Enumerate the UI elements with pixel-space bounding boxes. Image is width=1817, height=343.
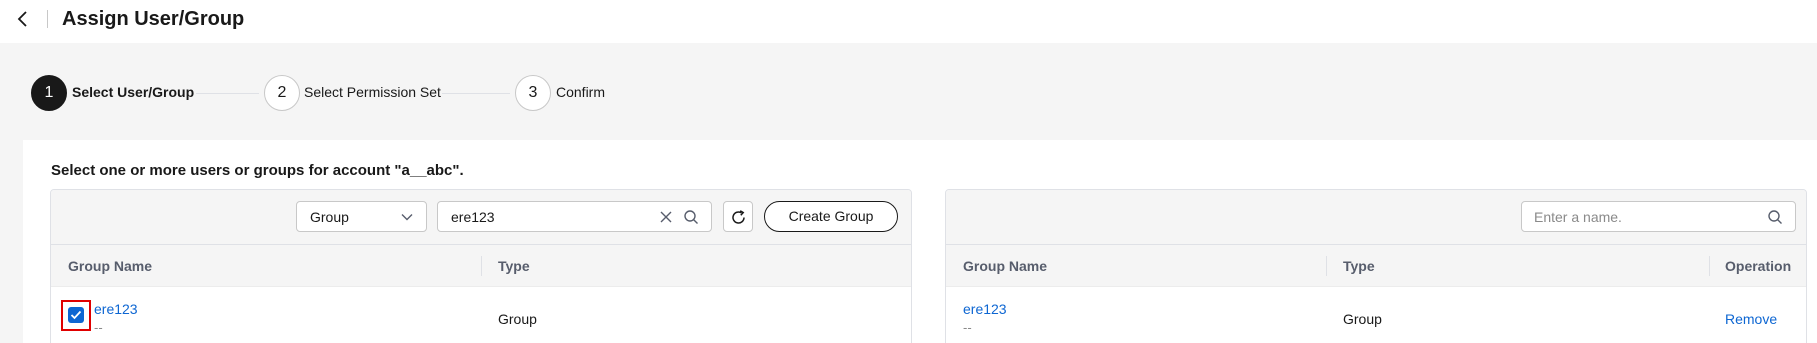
table-row: ere123 -- Group Remove <box>946 287 1806 343</box>
type-select-value: Group <box>310 209 349 225</box>
top-bar: Assign User/Group <box>0 0 1817 43</box>
column-header-operation: Operation <box>1725 258 1792 274</box>
column-divider <box>481 256 482 276</box>
close-icon[interactable] <box>659 210 673 224</box>
name-search-input[interactable] <box>1534 206 1764 227</box>
column-header-group-name: Group Name <box>68 258 153 274</box>
left-table-header: Group Name Type <box>51 245 911 287</box>
page-title: Assign User/Group <box>62 8 245 30</box>
right-toolbar <box>946 190 1806 245</box>
search-value: ere123 <box>451 209 495 225</box>
step-1-indicator: 1 <box>31 75 67 111</box>
step-connector <box>196 93 259 94</box>
title-divider <box>47 10 48 28</box>
step-connector <box>442 93 510 94</box>
group-type: Group <box>1343 311 1382 327</box>
column-divider <box>1709 256 1710 276</box>
group-type: Group <box>498 311 537 327</box>
row-checkbox[interactable] <box>68 307 84 323</box>
name-search-field[interactable] <box>1521 201 1796 232</box>
refresh-button[interactable] <box>723 201 753 232</box>
create-group-button[interactable]: Create Group <box>764 201 898 232</box>
stepper: 1 Select User/Group 2 Select Permission … <box>31 75 671 111</box>
group-description: -- <box>963 320 972 335</box>
step-3-indicator: 3 <box>515 75 551 111</box>
available-groups-panel: Group ere123 Create Group Group Name Typ… <box>50 189 912 343</box>
step-1-label: Select User/Group <box>72 84 195 100</box>
group-search-input[interactable]: ere123 <box>437 201 712 232</box>
group-name-link[interactable]: ere123 <box>963 301 1007 317</box>
group-name-link[interactable]: ere123 <box>94 301 138 317</box>
selection-card: Select one or more users or groups for a… <box>23 140 1817 343</box>
card-heading: Select one or more users or groups for a… <box>51 162 464 179</box>
checkbox-highlight <box>61 300 91 331</box>
back-button[interactable] <box>14 8 34 30</box>
type-select[interactable]: Group <box>296 201 427 232</box>
remove-link[interactable]: Remove <box>1725 311 1777 327</box>
chevron-left-icon <box>17 11 27 27</box>
column-header-group-name: Group Name <box>963 258 1048 274</box>
right-table-header: Group Name Type Operation <box>946 245 1806 287</box>
refresh-icon <box>732 210 745 224</box>
column-header-type: Type <box>1343 258 1375 274</box>
column-header-type: Type <box>498 258 530 274</box>
left-toolbar: Group ere123 Create Group <box>51 190 911 245</box>
step-2-indicator: 2 <box>264 75 300 111</box>
chevron-down-icon <box>401 214 413 221</box>
column-divider <box>1326 256 1327 276</box>
step-2-label: Select Permission Set <box>304 84 441 100</box>
group-description: -- <box>94 320 103 335</box>
step-3-label: Confirm <box>556 84 606 100</box>
search-icon[interactable] <box>683 209 699 225</box>
check-icon <box>70 310 82 320</box>
table-row: ere123 -- Group <box>51 287 911 343</box>
search-icon[interactable] <box>1767 209 1783 225</box>
selected-groups-panel: Group Name Type Operation ere123 -- Grou… <box>945 189 1807 343</box>
